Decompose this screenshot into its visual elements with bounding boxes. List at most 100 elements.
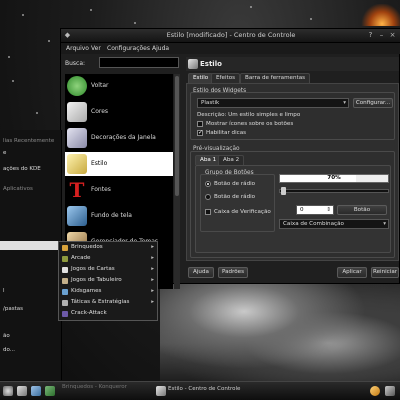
tactics-icon [62,300,68,306]
home-icon[interactable] [31,386,41,396]
k-menu-icon[interactable] [3,386,13,396]
menubar: Arquivo Ver Configurações Ajuda [61,43,400,54]
menu-ajuda[interactable]: Ajuda [152,45,169,52]
menu-item-taticas[interactable]: Táticas & Estratégias ▸ [59,299,157,308]
star [250,6,252,8]
radio-button-1[interactable] [205,181,211,187]
close-icon[interactable]: × [388,31,397,40]
menu-item-jogos-de-tabuleiro[interactable]: Jogos de Tabuleiro ▸ [59,277,157,286]
menu-item-label: Jogos de Cartas [71,266,115,272]
star [36,112,38,114]
star [310,18,312,20]
wallpaper-icon [67,206,87,226]
sidepanel-item[interactable]: do... [0,347,62,357]
menu-item-kidsgames[interactable]: Kidsgames ▸ [59,288,157,297]
widget-style-combo[interactable]: Plastik ▾ [197,98,349,108]
toys-icon [62,245,68,251]
sidepanel-item[interactable]: /pastas [0,306,62,316]
module-list-scrollbar[interactable] [174,74,180,289]
k-menu-panel: lias Recentemente e ações do KDE Aplicat… [0,130,62,380]
module-item-fontes[interactable]: T Fontes [65,178,173,202]
sidepanel-item[interactable]: ão [0,333,62,343]
menu-item-crack-attack[interactable]: Crack-Attack [59,310,157,319]
progress-text: 70% [327,175,341,181]
chevron-down-icon: ▾ [343,100,346,106]
window-title: Estilo [modificado] - Centro de Controle [166,31,296,39]
enable-tips-label: Habilitar dicas [206,130,247,136]
style-icon [67,154,87,174]
sidepanel-item: lias Recentemente [3,138,55,144]
scrollbar-thumb[interactable] [175,76,179,196]
preview-checkbox[interactable] [205,209,211,215]
sidepanel-item[interactable] [0,222,62,232]
tab-efeitos[interactable]: Efeitos [211,73,241,83]
chevron-right-icon: ▸ [151,299,154,305]
slider-handle[interactable] [281,187,286,195]
window-titlebar[interactable]: ◆ Estilo [modificado] - Centro de Contro… [61,29,400,43]
desktop-icon[interactable] [17,386,27,396]
sidepanel-item[interactable]: l [0,288,62,298]
show-icons-checkbox[interactable] [197,121,203,127]
menu-item-label: Táticas & Estratégias [71,299,130,305]
sidepanel-item-highlighted[interactable] [0,241,62,250]
control-center-task-icon [156,386,166,396]
preview-push-button[interactable]: Botão [337,205,387,215]
show-icons-label: Mostrar ícones sobre os botões [206,121,294,127]
star [8,56,10,58]
module-item-fundo-de-tela[interactable]: Fundo de tela [65,204,173,228]
menu-configuracoes[interactable]: Configurações [107,45,150,52]
help-icon[interactable]: ? [366,31,375,40]
menu-arquivo[interactable]: Arquivo [66,45,89,52]
minimize-icon[interactable]: – [377,31,386,40]
chevron-right-icon: ▸ [151,277,154,283]
star [48,40,50,42]
style-tab-content: Estilo dos Widgets Plastik ▾ Configurar.… [186,83,399,261]
progress-bar: 70% [279,174,389,183]
games-submenu: Brinquedos ▸ Arcade ▸ Jogos de Cartas ▸ … [58,241,158,321]
radio-label-2: Botão de rádio [214,194,256,200]
spin-arrows-icon[interactable]: ⇕ [326,207,331,213]
module-item-estilo[interactable]: Estilo [65,152,173,176]
apply-button[interactable]: Aplicar [337,267,367,278]
menu-item-label: Kidsgames [71,288,102,294]
tab-estilo[interactable]: Estilo [188,73,214,83]
menu-item-brinquedos[interactable]: Brinquedos ▸ [59,244,157,253]
configure-button[interactable]: Configurar... [353,98,393,108]
preview-combo-box[interactable]: Caixa de Combinação ▾ [279,219,389,229]
browser-icon[interactable] [45,386,55,396]
star [22,14,24,16]
menu-item-arcade[interactable]: Arcade ▸ [59,255,157,264]
slider[interactable] [279,187,389,195]
sidepanel-item[interactable] [0,258,62,268]
clock-icon[interactable] [385,386,395,396]
sidepanel-item[interactable]: ações do KDE [0,166,62,176]
reset-button[interactable]: Reiniciar [371,267,399,278]
module-item-decoracoes[interactable]: Decorações da Janela [65,126,173,150]
menu-item-label: Arcade [71,255,91,261]
board-icon [62,278,68,284]
module-item-cores[interactable]: Cores [65,100,173,124]
menu-ver[interactable]: Ver [91,45,101,52]
sidepanel-item[interactable] [0,206,62,216]
defaults-button[interactable]: Padrões [218,267,248,278]
menu-item-jogos-de-cartas[interactable]: Jogos de Cartas ▸ [59,266,157,275]
search-input[interactable] [99,57,179,68]
tab-barra-de-ferramentas[interactable]: Barra de ferramentas [240,73,311,83]
taskbar-faded-task[interactable]: Brinquedos - Konqueror [62,384,152,397]
module-label: Fundo de tela [91,212,132,219]
kidsgames-icon [62,289,68,295]
enable-tips-checkbox[interactable] [197,129,203,136]
module-label: Cores [91,108,109,115]
tray-icon[interactable] [370,386,380,396]
preview-checkbox-label: Caixa de Verificação [214,209,271,215]
sidepanel-item[interactable]: e [0,150,62,160]
help-button[interactable]: Ajuda [188,267,214,278]
module-item-voltar[interactable]: Voltar [65,74,173,98]
radio-button-2[interactable] [205,194,211,200]
widget-style-value: Plastik [201,100,220,106]
spin-box[interactable]: 0 ⇕ [296,205,334,215]
menu-item-label: Crack-Attack [71,310,107,316]
taskbar-task-control-center[interactable]: Estilo - Centro de Controle [168,386,240,399]
menu-item-label: Jogos de Tabuleiro [71,277,122,283]
preview-tab-2[interactable]: Aba 2 [218,155,245,165]
